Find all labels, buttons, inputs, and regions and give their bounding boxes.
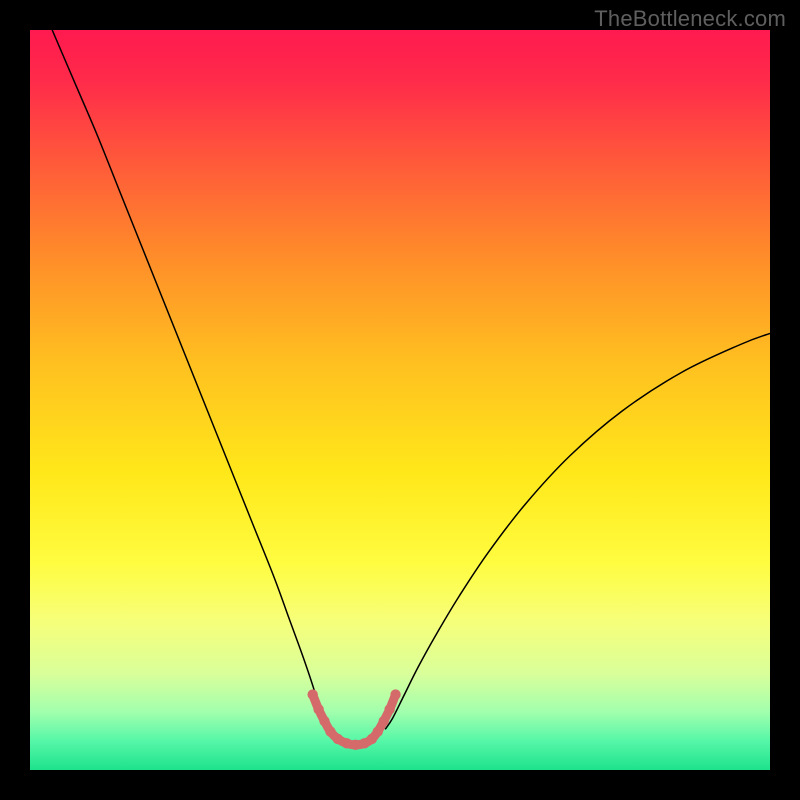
highlight-dot xyxy=(333,734,343,744)
highlight-dot xyxy=(319,716,329,726)
highlight-dot xyxy=(384,704,394,714)
highlight-dot xyxy=(379,716,389,726)
highlight-dot xyxy=(373,726,383,736)
highlight-dot xyxy=(390,689,400,699)
highlight-dot xyxy=(325,726,335,736)
highlight-dot xyxy=(350,740,360,750)
plot-svg xyxy=(30,30,770,770)
highlight-dot xyxy=(342,738,352,748)
highlight-dot xyxy=(313,704,323,714)
highlight-dot xyxy=(307,689,317,699)
plot-background xyxy=(30,30,770,770)
watermark-text: TheBottleneck.com xyxy=(594,6,786,32)
plot-frame xyxy=(30,30,770,770)
